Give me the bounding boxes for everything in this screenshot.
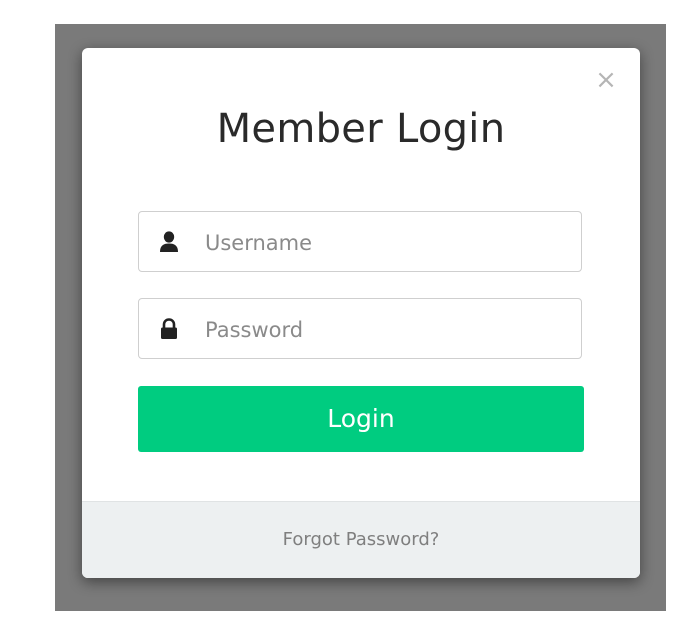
username-field[interactable]: [138, 211, 582, 273]
login-button[interactable]: Login: [138, 386, 584, 452]
password-input[interactable]: [203, 299, 569, 360]
password-field[interactable]: [138, 298, 582, 360]
close-icon[interactable]: ×: [594, 67, 618, 93]
username-input[interactable]: [203, 212, 569, 273]
modal-footer: Forgot Password?: [82, 501, 640, 578]
lock-icon: [159, 317, 179, 340]
modal-title: Member Login: [216, 106, 506, 152]
user-icon: [159, 230, 179, 253]
forgot-password-link[interactable]: Forgot Password?: [283, 529, 440, 550]
login-modal: × Member Login Login Forgot Password?: [82, 48, 640, 578]
